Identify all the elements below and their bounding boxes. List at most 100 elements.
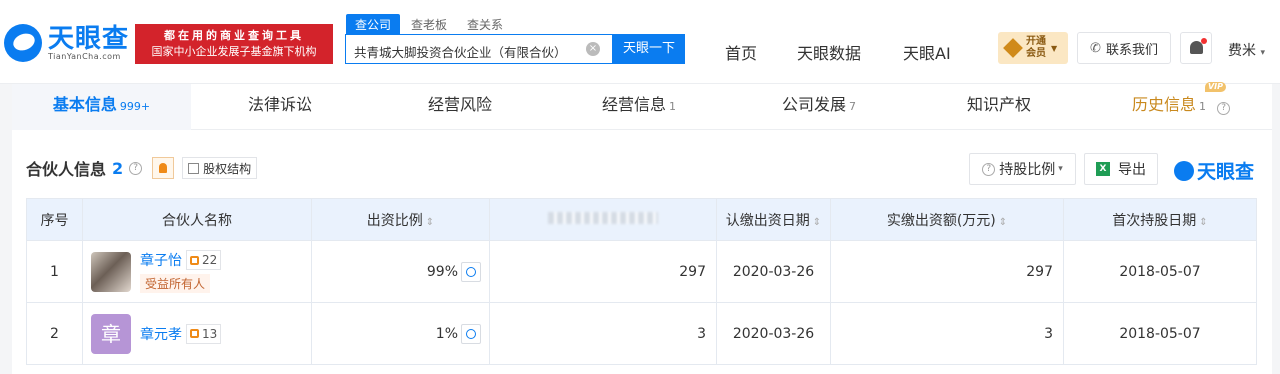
slogan-banner: 都在用的商业查询工具 国家中小企业发展子基金旗下机构 <box>135 24 333 64</box>
search-input[interactable]: 共青城大脚投资合伙企业（有限合伙） × <box>345 34 613 64</box>
nav-ai[interactable]: 天眼AI <box>903 40 951 64</box>
tab-label: 法律诉讼 <box>248 95 313 114</box>
slogan-line-1: 都在用的商业查询工具 <box>164 29 304 42</box>
help-icon[interactable]: ? <box>1217 102 1231 115</box>
amount-cell: 297 <box>489 240 717 303</box>
top-header: 天眼查 TianYanCha.com 都在用的商业查询工具 国家中小企业发展子基… <box>0 0 1280 84</box>
search-tab-boss[interactable]: 查老板 <box>402 14 456 35</box>
pie-chart-icon[interactable] <box>461 261 481 282</box>
partner-cell: 章 章元孝 13 <box>82 302 312 365</box>
tab-business[interactable]: 经营信息 1 <box>602 84 676 130</box>
search-tab-company[interactable]: 查公司 <box>346 14 401 35</box>
col-label: 出资比例 <box>366 212 423 229</box>
first-date-cell: 2018-05-07 <box>1063 302 1257 365</box>
help-icon[interactable]: ? <box>129 161 143 175</box>
tab-count: 1 <box>669 100 677 113</box>
relation-icon <box>190 329 199 338</box>
pie-chart-icon[interactable] <box>461 323 481 344</box>
table-header-row: 序号 合伙人名称 出资比例 ⇕ 认缴出资日期 ⇕ 实缴出资额(万元) ⇕ 首次持股日期… <box>26 198 1257 241</box>
section-header: 合伙人信息 2 ? 股权结构 <box>26 156 258 180</box>
col-index: 序号 <box>26 198 83 241</box>
col-subscribe-date[interactable]: 认缴出资日期 ⇕ <box>716 198 831 241</box>
vip-label-1: 开通 <box>1026 36 1046 47</box>
tab-history[interactable]: VIP 历史信息 1 ? <box>1132 82 1234 130</box>
diamond-icon <box>1003 38 1023 58</box>
relation-count-value: 13 <box>202 326 218 341</box>
chevron-down-icon: ▼ <box>1051 43 1058 53</box>
col-label: 首次持股日期 <box>1112 212 1197 229</box>
structure-icon <box>188 162 200 174</box>
tab-label: 知识产权 <box>967 95 1032 114</box>
brand-text: 天眼查 <box>1197 161 1255 183</box>
tab-label: 经营信息 <box>602 95 667 114</box>
avatar[interactable] <box>91 251 131 292</box>
row-index: 2 <box>26 302 83 365</box>
tab-ip[interactable]: 知识产权 <box>967 84 1031 130</box>
partner-table: 序号 合伙人名称 出资比例 ⇕ 认缴出资日期 ⇕ 实缴出资额(万元) ⇕ 首次持股日期… <box>26 198 1257 365</box>
avatar[interactable]: 章 <box>91 313 131 354</box>
nav-data[interactable]: 天眼数据 <box>797 40 861 64</box>
first-date-cell: 2018-05-07 <box>1063 240 1257 303</box>
relation-count[interactable]: 22 <box>186 250 222 270</box>
tab-legal[interactable]: 法律诉讼 <box>248 84 312 130</box>
col-paid-amount[interactable]: 实缴出资额(万元) ⇕ <box>830 198 1064 241</box>
eye-logo-icon <box>4 24 42 62</box>
search-input-value: 共青城大脚投资合伙企业（有限合伙） <box>354 45 567 60</box>
col-label: 认缴出资日期 <box>725 212 810 229</box>
table-row: 2 章 章元孝 13 1% 3 2020-03-26 3 2018-05-07 <box>26 302 1257 365</box>
unread-dot <box>1201 38 1207 44</box>
equity-label: 股权结构 <box>203 161 252 176</box>
row-index: 1 <box>26 240 83 303</box>
site-logo[interactable]: 天眼查 TianYanCha.com <box>4 24 129 62</box>
export-button[interactable]: X 导出 <box>1084 153 1158 185</box>
sort-icon: ⇕ <box>998 216 1008 228</box>
clear-icon[interactable]: × <box>586 42 600 56</box>
tab-label: 基本信息 <box>52 95 117 114</box>
vip-badge: VIP <box>1204 82 1226 92</box>
beneficiary-tag: 受益所有人 <box>140 274 211 293</box>
search-tab-relation[interactable]: 查关系 <box>458 14 512 35</box>
sort-icon: ⇕ <box>812 216 822 228</box>
relation-icon <box>190 255 199 265</box>
tab-basic-info[interactable]: 基本信息 999+ <box>12 84 191 130</box>
notification-button[interactable] <box>1180 32 1212 64</box>
ratio-value: 1% <box>435 325 458 342</box>
section-title: 合伙人信息 <box>26 160 107 179</box>
ratio-filter-button[interactable]: ? 持股比例 ▾ <box>969 153 1076 185</box>
subscribe-date-cell: 2020-03-26 <box>716 302 831 365</box>
tab-development[interactable]: 公司发展 7 <box>782 84 856 130</box>
tab-count: 1 <box>1199 100 1207 113</box>
partner-name-link[interactable]: 章子怡 <box>140 250 182 270</box>
vip-button[interactable]: 开通 会员 ▼ <box>998 32 1068 64</box>
sort-icon: ⇕ <box>425 216 435 228</box>
section-count: 2 <box>112 158 124 178</box>
partner-name-link[interactable]: 章元孝 <box>140 324 182 344</box>
equity-structure-button[interactable]: 股权结构 <box>182 157 258 179</box>
relation-count[interactable]: 13 <box>186 323 222 344</box>
col-ratio[interactable]: 出资比例 ⇕ <box>311 198 490 241</box>
col-blurred <box>489 198 717 241</box>
chevron-down-icon: ▾ <box>1260 48 1265 58</box>
ratio-value: 99% <box>426 263 458 280</box>
brand-watermark: 天眼查 <box>1174 157 1254 184</box>
user-name: 费米 <box>1228 43 1256 59</box>
search-button[interactable]: 天眼一下 <box>613 34 685 64</box>
vip-label-2: 会员 <box>1026 48 1046 59</box>
user-menu[interactable]: 费米 ▾ <box>1228 40 1265 60</box>
nav-home[interactable]: 首页 <box>725 40 757 64</box>
contact-button[interactable]: ✆ 联系我们 <box>1077 32 1171 64</box>
ratio-label: 持股比例 <box>999 162 1056 178</box>
monitor-bell-icon[interactable] <box>152 157 175 179</box>
logo-text: 天眼查 <box>48 23 130 54</box>
subscribe-date-cell: 2020-03-26 <box>716 240 831 303</box>
tab-label: 经营风险 <box>428 95 493 114</box>
table-row: 1 章子怡 22 受益所有人 99% 297 2020-03-26 297 20… <box>26 240 1257 303</box>
tab-risk[interactable]: 经营风险 <box>428 84 492 130</box>
excel-icon: X <box>1096 162 1110 176</box>
sort-icon: ⇕ <box>1199 216 1208 228</box>
tab-label: 公司发展 <box>782 95 847 114</box>
col-first-date[interactable]: 首次持股日期 ⇕ <box>1063 198 1257 241</box>
phone-icon: ✆ <box>1090 40 1101 56</box>
paid-amount-cell: 297 <box>830 240 1064 303</box>
ratio-cell: 1% <box>311 302 490 365</box>
